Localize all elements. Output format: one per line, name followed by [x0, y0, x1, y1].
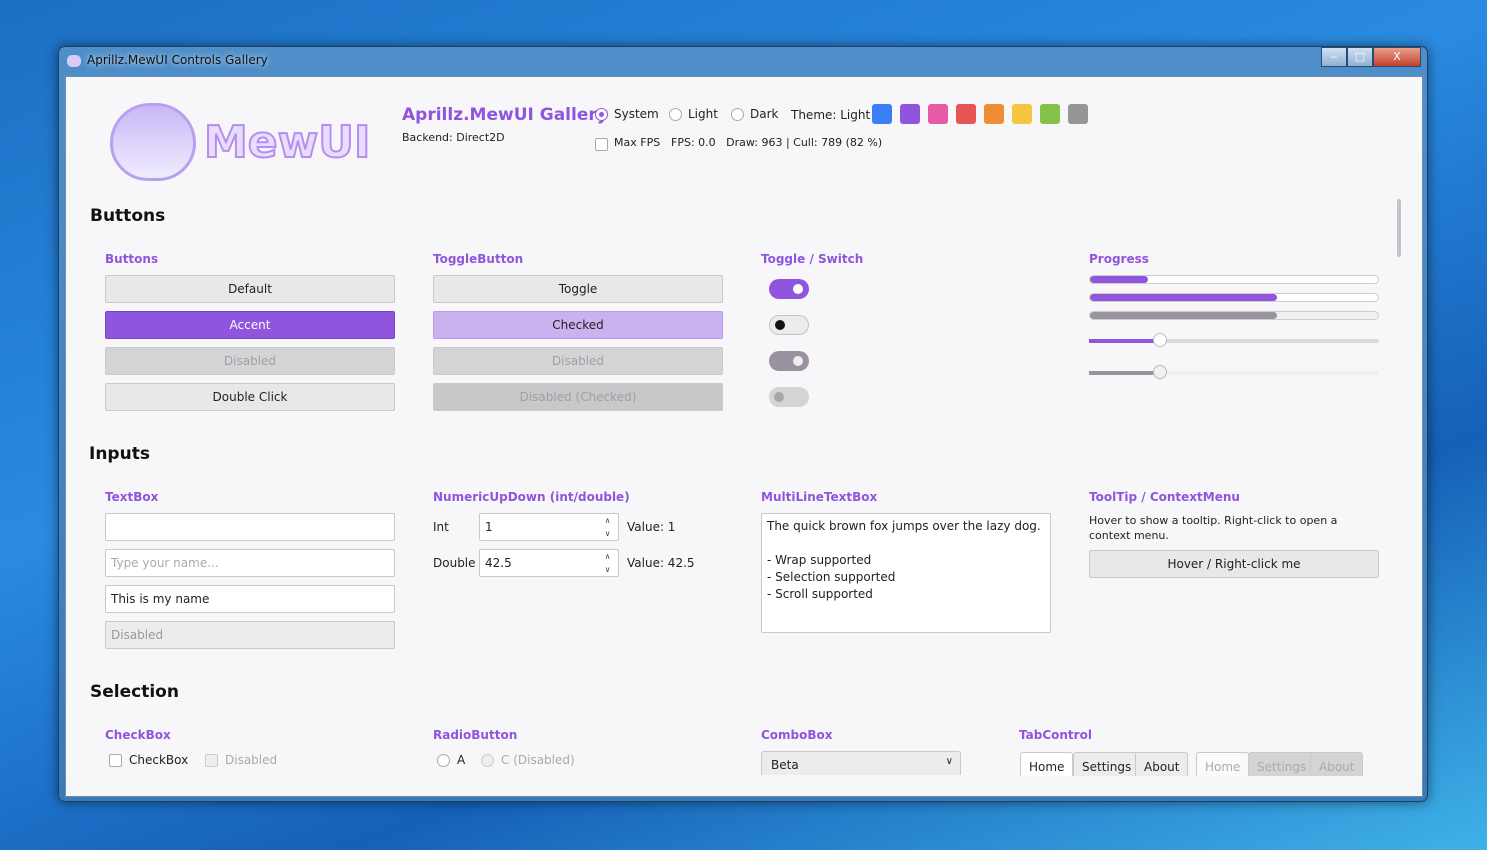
switch-off[interactable]	[769, 315, 809, 335]
multiline-textbox[interactable]: The quick brown fox jumps over the lazy …	[761, 513, 1051, 633]
chevron-down-icon: ∨	[945, 756, 953, 767]
progress-bar-1	[1089, 275, 1379, 284]
switch-on[interactable]	[769, 279, 809, 299]
accent-swatch-purple[interactable]	[900, 104, 920, 124]
client-area: MewUI Aprillz.MewUI Gallery Backend: Dir…	[65, 76, 1423, 797]
accent-swatch-yellow[interactable]	[1012, 104, 1032, 124]
minimize-button[interactable]: ‒	[1321, 47, 1347, 67]
logo-text: MewUI	[203, 116, 371, 169]
accent-button[interactable]: Accent	[105, 311, 395, 339]
switch-label: Toggle / Switch	[761, 252, 864, 266]
progress-bar-2	[1089, 293, 1379, 302]
backend-label: Backend: Direct2D	[402, 131, 505, 144]
section-inputs-heading: Inputs	[89, 444, 150, 464]
tab-home[interactable]: Home	[1020, 752, 1074, 776]
int-spinner-icon[interactable]: ∧ ∨	[597, 514, 618, 540]
theme-label: Theme: Light	[791, 108, 871, 122]
theme-dark-radio[interactable]	[731, 108, 744, 121]
combobox-value: Beta	[771, 758, 799, 772]
hover-right-click-button[interactable]: Hover / Right-click me	[1089, 550, 1379, 578]
radio-c-text: C (Disabled)	[501, 753, 575, 767]
app-icon	[67, 55, 81, 67]
tab-home-disabled: Home	[1196, 752, 1250, 776]
section-selection-heading: Selection	[90, 682, 179, 702]
max-fps-label: Max FPS	[614, 136, 661, 149]
int-label: Int	[433, 520, 449, 534]
radio-c-disabled	[481, 754, 494, 767]
accent-swatch-blue[interactable]	[872, 104, 892, 124]
tooltip-description: Hover to show a tooltip. Right-click to …	[1089, 514, 1338, 542]
accent-swatch-red[interactable]	[956, 104, 976, 124]
theme-light-radio[interactable]	[669, 108, 682, 121]
slider-disabled	[1089, 365, 1379, 379]
disabled-checked-toggle-button: Disabled (Checked)	[433, 383, 723, 411]
double-click-button[interactable]: Double Click	[105, 383, 395, 411]
checkbox-disabled-text: Disabled	[225, 753, 278, 767]
multiline-line: - Scroll supported	[767, 587, 873, 601]
radio-a-text: A	[457, 753, 466, 767]
theme-light-label: Light	[688, 107, 718, 121]
tabcontrol-label: TabControl	[1019, 728, 1092, 742]
radio-label: RadioButton	[433, 728, 518, 742]
textbox-label: TextBox	[105, 490, 159, 504]
tab-about[interactable]: About	[1135, 752, 1189, 776]
double-value-display: Value: 42.5	[627, 556, 695, 570]
checkbox[interactable]	[109, 754, 122, 767]
textbox-empty[interactable]	[105, 513, 395, 541]
theme-system-radio[interactable]	[595, 108, 608, 121]
theme-dark-label: Dark	[750, 107, 779, 121]
cat-logo-icon	[110, 103, 196, 181]
render-stats: FPS: 0.0 Draw: 963 | Cull: 789 (82 %)	[671, 136, 883, 149]
maximize-button[interactable]: □	[1347, 47, 1373, 67]
disabled-button: Disabled	[105, 347, 395, 375]
tab-settings-disabled: Settings	[1248, 752, 1316, 776]
textbox-disabled: Disabled	[105, 621, 395, 649]
default-button[interactable]: Default	[105, 275, 395, 303]
accent-swatch-green[interactable]	[1040, 104, 1060, 124]
tooltip-label: ToolTip / ContextMenu	[1089, 490, 1240, 504]
progress-label: Progress	[1089, 252, 1149, 266]
app-window: Aprillz.MewUI Controls Gallery ‒ □ X Mew…	[58, 46, 1428, 802]
combobox[interactable]: Beta ∨	[761, 751, 961, 775]
section-buttons-heading: Buttons	[90, 206, 166, 226]
app-title: Aprillz.MewUI Gallery	[402, 105, 608, 125]
slider[interactable]	[1089, 333, 1379, 347]
accent-swatch-orange[interactable]	[984, 104, 1004, 124]
toggle-button[interactable]: Toggle	[433, 275, 723, 303]
theme-system-label: System	[614, 107, 659, 121]
switch-disabled-on	[769, 351, 809, 371]
accent-swatch-gray[interactable]	[1068, 104, 1088, 124]
numeric-label: NumericUpDown (int/double)	[433, 490, 630, 504]
multiline-line	[767, 535, 1045, 552]
checked-toggle-button[interactable]: Checked	[433, 311, 723, 339]
checkbox-text: CheckBox	[129, 753, 189, 767]
multiline-line: - Selection supported	[767, 570, 896, 584]
double-label: Double	[433, 556, 476, 570]
vertical-scrollbar[interactable]	[1397, 199, 1401, 257]
int-value-display: Value: 1	[627, 520, 676, 534]
textbox-placeholder[interactable]: Type your name...	[105, 549, 395, 577]
buttons-label: Buttons	[105, 252, 159, 266]
checkbox-label: CheckBox	[105, 728, 171, 742]
radio-a[interactable]	[437, 754, 450, 767]
switch-disabled-off	[769, 387, 809, 407]
window-title: Aprillz.MewUI Controls Gallery	[87, 53, 268, 67]
tab-settings[interactable]: Settings	[1073, 752, 1141, 776]
double-spinner-icon[interactable]: ∧ ∨	[597, 550, 618, 576]
max-fps-checkbox[interactable]	[595, 138, 608, 151]
disabled-toggle-button: Disabled	[433, 347, 723, 375]
accent-swatch-pink[interactable]	[928, 104, 948, 124]
multiline-line: The quick brown fox jumps over the lazy …	[767, 519, 1041, 533]
multiline-label: MultiLineTextBox	[761, 490, 878, 504]
progress-bar-disabled	[1089, 311, 1379, 320]
close-button[interactable]: X	[1373, 47, 1421, 67]
combobox-label: ComboBox	[761, 728, 833, 742]
tab-about-disabled: About	[1310, 752, 1364, 776]
textbox-name[interactable]: This is my name	[105, 585, 395, 613]
checkbox-disabled	[205, 754, 218, 767]
toggle-button-label: ToggleButton	[433, 252, 524, 266]
multiline-line: - Wrap supported	[767, 553, 872, 567]
